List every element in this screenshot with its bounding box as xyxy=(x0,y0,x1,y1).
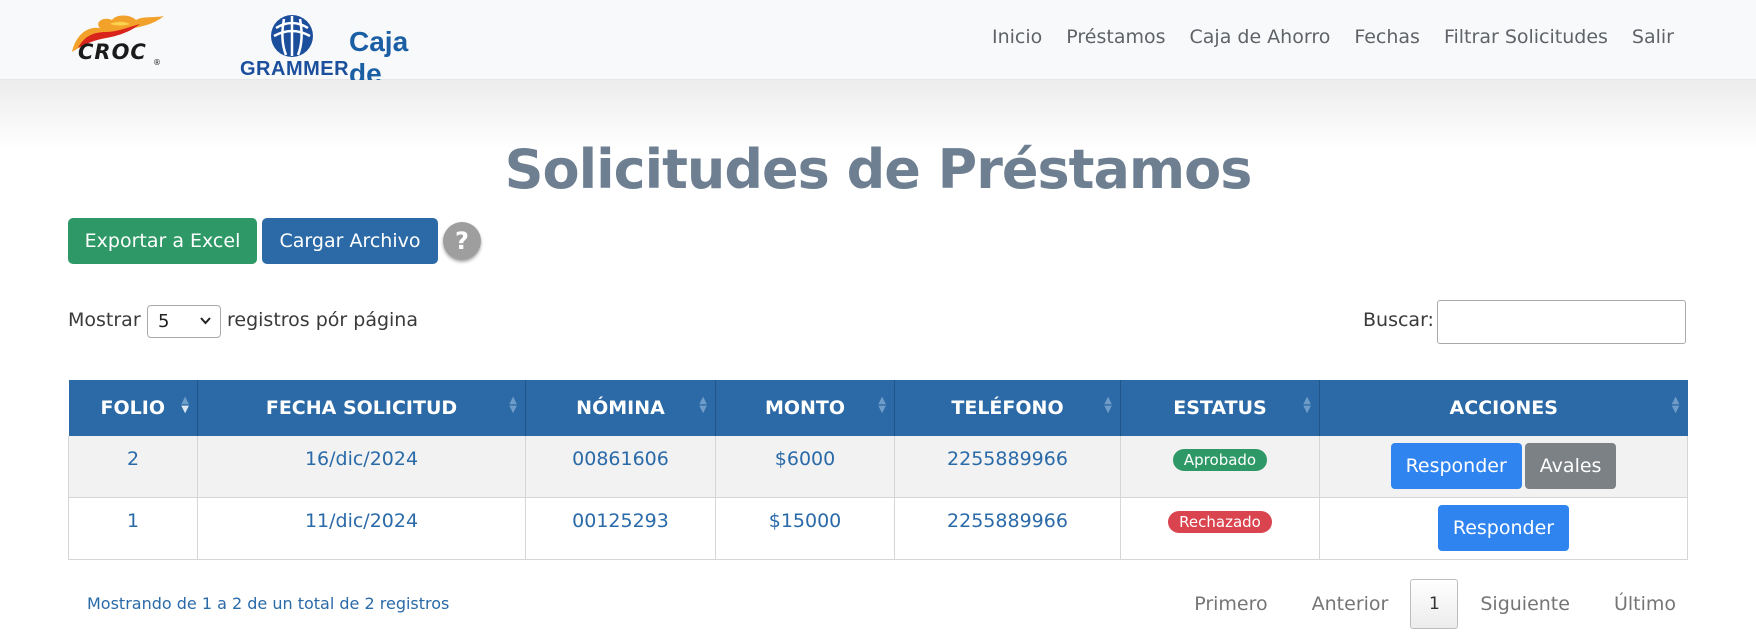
upload-file-button[interactable]: Cargar Archivo xyxy=(262,218,438,264)
sort-icon: ▲ ▼ xyxy=(1303,396,1311,415)
cell-fecha: 11/dic/2024 xyxy=(197,497,526,560)
cell-telefono: 2255889966 xyxy=(894,436,1121,498)
length-label: Mostrar xyxy=(68,309,141,331)
sort-icon: ▲ ▼ xyxy=(509,396,517,415)
responder-button[interactable]: Responder xyxy=(1390,443,1522,489)
grammer-globe-icon xyxy=(271,15,313,57)
sort-down-icon: ▼ xyxy=(1303,404,1311,415)
nav-link-fechas[interactable]: Fechas xyxy=(1342,26,1432,48)
chevron-down-icon xyxy=(200,317,211,325)
croc-logo-text: CROC xyxy=(78,40,147,64)
status-badge: Aprobado xyxy=(1172,449,1268,471)
page-title: Solicitudes de Préstamos xyxy=(504,138,1253,201)
header-fecha-solicitud[interactable]: FECHA SOLICITUD ▲ ▼ xyxy=(197,380,526,436)
nav-link-salir[interactable]: Salir xyxy=(1620,26,1686,48)
grammer-logo-text: GRAMMER xyxy=(240,58,350,80)
cell-nomina: 00861606 xyxy=(525,436,716,498)
nav-link-prestamos[interactable]: Préstamos xyxy=(1054,26,1177,48)
header-monto[interactable]: MONTO ▲ ▼ xyxy=(715,380,895,436)
cell-nomina: 00125293 xyxy=(525,497,716,560)
nav-link-filtrar-solicitudes[interactable]: Filtrar Solicitudes xyxy=(1432,26,1620,48)
table-info: Mostrando de 1 a 2 de un total de 2 regi… xyxy=(87,594,450,613)
croc-logo: CROC ® xyxy=(66,10,166,70)
responder-button[interactable]: Responder xyxy=(1437,505,1570,551)
length-suffix: registros pór página xyxy=(227,309,418,331)
header-folio[interactable]: FOLIO ▲ ▼ xyxy=(68,380,198,436)
header-acciones[interactable]: ACCIONES ▲ ▼ xyxy=(1319,380,1688,436)
registered-mark: ® xyxy=(153,58,161,67)
pagination: Primero Anterior 1 Siguiente Último xyxy=(1172,579,1698,629)
pagination-current-page[interactable]: 1 xyxy=(1410,579,1459,629)
cell-monto: $6000 xyxy=(715,436,895,498)
cell-estatus: Rechazado xyxy=(1120,497,1320,560)
avales-button[interactable]: Avales xyxy=(1524,443,1617,489)
grammer-logo: GRAMMER xyxy=(240,14,350,80)
help-icon[interactable]: ? xyxy=(443,222,481,260)
sort-down-icon: ▼ xyxy=(509,404,517,415)
cell-monto: $15000 xyxy=(715,497,895,560)
cell-folio: 1 xyxy=(68,497,198,560)
sort-icon: ▲ ▼ xyxy=(1104,396,1112,415)
sort-icon: ▲ ▼ xyxy=(878,396,886,415)
pagination-next[interactable]: Siguiente xyxy=(1458,593,1592,615)
header-nomina[interactable]: NÓMINA ▲ ▼ xyxy=(525,380,716,436)
navbar: CROC ® GRAMMER Caja de Ahorro Inicio Pré… xyxy=(0,0,1756,121)
pagination-first[interactable]: Primero xyxy=(1172,593,1289,615)
cell-estatus: Aprobado xyxy=(1120,436,1320,498)
sort-down-icon: ▼ xyxy=(1104,404,1112,415)
sort-icon: ▲ ▼ xyxy=(699,396,707,415)
export-excel-button[interactable]: Exportar a Excel xyxy=(68,218,257,264)
sort-icon: ▲ ▼ xyxy=(1671,396,1680,415)
sort-icon: ▲ ▼ xyxy=(181,396,189,415)
sort-down-icon: ▼ xyxy=(878,404,886,415)
table-row: 1 11/dic/2024 00125293 $15000 2255889966… xyxy=(68,497,1688,560)
sort-down-icon: ▼ xyxy=(1671,404,1680,415)
cell-acciones: Responder Avales xyxy=(1319,436,1688,498)
nav-links: Inicio Préstamos Caja de Ahorro Fechas F… xyxy=(980,26,1686,48)
cell-folio: 2 xyxy=(68,436,198,498)
pagination-previous[interactable]: Anterior xyxy=(1290,593,1411,615)
cell-fecha: 16/dic/2024 xyxy=(197,436,526,498)
table-row: 2 16/dic/2024 00861606 $6000 2255889966 … xyxy=(68,436,1688,498)
header-estatus[interactable]: ESTATUS ▲ ▼ xyxy=(1120,380,1320,436)
search-label: Buscar: xyxy=(1363,309,1434,331)
nav-link-inicio[interactable]: Inicio xyxy=(980,26,1054,48)
cell-acciones: Responder xyxy=(1319,497,1688,560)
sort-down-icon: ▼ xyxy=(181,404,189,415)
loans-table: FOLIO ▲ ▼ FECHA SOLICITUD ▲ ▼ NÓMINA ▲ ▼ MO… xyxy=(68,380,1688,560)
nav-link-caja-de-ahorro[interactable]: Caja de Ahorro xyxy=(1178,26,1343,48)
cell-telefono: 2255889966 xyxy=(894,497,1121,560)
search-input[interactable] xyxy=(1437,300,1686,344)
page-length-select[interactable]: 5 xyxy=(147,305,221,338)
page-length-value: 5 xyxy=(158,311,170,332)
pagination-last[interactable]: Último xyxy=(1592,593,1698,615)
sort-down-icon: ▼ xyxy=(699,404,707,415)
header-telefono[interactable]: TELÉFONO ▲ ▼ xyxy=(894,380,1121,436)
status-badge: Rechazado xyxy=(1168,511,1272,533)
brand[interactable]: CROC ® GRAMMER Caja de Ahorro xyxy=(66,8,442,121)
table-header-row: FOLIO ▲ ▼ FECHA SOLICITUD ▲ ▼ NÓMINA ▲ ▼ MO… xyxy=(68,380,1688,436)
